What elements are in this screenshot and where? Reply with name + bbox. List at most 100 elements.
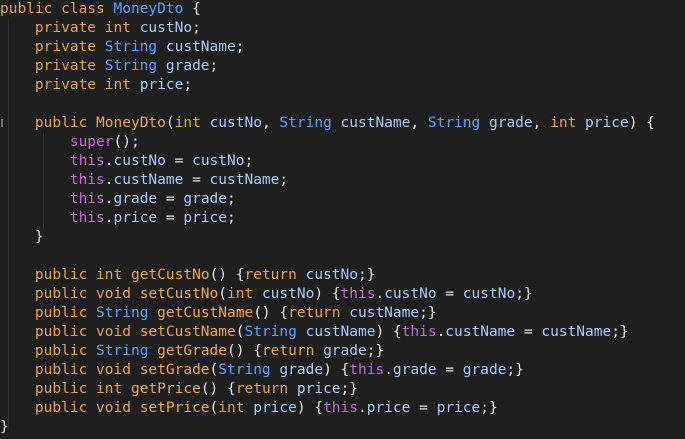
identifier-token: custNo	[209, 115, 262, 131]
code-line[interactable]: this.custName = custName;	[0, 171, 685, 190]
method-name-token: setPrice	[139, 400, 210, 416]
punctuation-token: ;	[192, 20, 201, 36]
keyword-token: public	[34, 324, 88, 340]
method-name-token: setCustNo	[139, 286, 219, 302]
type-token: String	[104, 39, 158, 55]
identifier-token: custName	[113, 172, 184, 188]
punctuation-token: ,	[261, 115, 280, 131]
code-line[interactable]: this.price = price;	[0, 209, 685, 228]
keyword-token: void	[96, 362, 131, 378]
code-line[interactable]: private int custNo;	[0, 19, 685, 38]
code-line[interactable]: public int getPrice() {return price;}	[0, 380, 685, 399]
punctuation-token: (	[165, 115, 175, 131]
code-editor[interactable]: public class MoneyDto { private int cust…	[0, 0, 685, 439]
code-line[interactable]	[0, 247, 685, 266]
punctuation-token: () {	[200, 381, 236, 397]
keyword-token: void	[96, 324, 131, 340]
special-keyword-token: this	[349, 362, 385, 378]
code-area[interactable]: public class MoneyDto { private int cust…	[0, 0, 685, 437]
punctuation-token: =	[157, 210, 184, 226]
punctuation-token: ;	[183, 77, 193, 93]
code-line[interactable]: super();	[0, 133, 685, 152]
keyword-token: void	[96, 400, 131, 416]
code-line[interactable]: public MoneyDto(int custNo, String custN…	[0, 114, 685, 133]
code-line[interactable]: public String getGrade() {return grade;}	[0, 342, 685, 361]
identifier-token: custName	[541, 324, 612, 340]
identifier-token: custNo	[384, 286, 437, 302]
punctuation-token: ) {	[628, 115, 655, 131]
keyword-token: int	[550, 115, 577, 131]
identifier-token: grade	[323, 343, 367, 359]
code-line[interactable]: public String getCustName() {return cust…	[0, 304, 685, 323]
identifier-token: grade	[279, 362, 324, 378]
identifier-token: custNo	[139, 20, 193, 36]
code-line[interactable]: public void setCustName(String custName)…	[0, 323, 685, 342]
keyword-token: return	[261, 343, 315, 359]
keyword-token: class	[61, 1, 105, 17]
identifier-token: grade	[113, 191, 158, 207]
fold-marker[interactable]	[1, 119, 3, 127]
code-line[interactable]: private String grade;	[0, 57, 685, 76]
code-line[interactable]: public class MoneyDto {	[0, 0, 685, 19]
punctuation-token: =	[165, 153, 193, 169]
keyword-token: public	[34, 381, 88, 397]
identifier-token: price	[183, 210, 228, 226]
identifier-token: custNo	[462, 286, 516, 302]
punctuation-token: ,	[410, 115, 428, 131]
code-line[interactable]: this.custNo = custNo;	[0, 152, 685, 171]
code-line[interactable]	[0, 95, 685, 114]
code-line[interactable]: public int getCustNo() {return custNo;}	[0, 266, 685, 285]
identifier-token: price	[436, 400, 481, 416]
type-token: String	[427, 115, 481, 131]
keyword-token: int	[218, 400, 245, 416]
code-line[interactable]: }	[0, 418, 685, 437]
code-line[interactable]: public void setGrade(String grade) {this…	[0, 361, 685, 380]
punctuation-token: ;	[279, 172, 289, 188]
identifier-token: custName	[305, 324, 376, 340]
code-line[interactable]: this.grade = grade;	[0, 190, 685, 209]
code-line[interactable]: public void setPrice(int price) {this.pr…	[0, 399, 685, 418]
punctuation-token: =	[183, 172, 210, 188]
keyword-token: int	[104, 77, 131, 93]
punctuation-token: =	[410, 400, 437, 416]
code-line[interactable]: }	[0, 228, 685, 247]
type-token: String	[244, 324, 297, 340]
code-line[interactable]: private int price;	[0, 76, 685, 95]
identifier-token: price	[585, 115, 629, 131]
punctuation-token: .	[358, 400, 367, 416]
special-keyword-token: this	[69, 210, 105, 226]
code-line[interactable]: public void setCustNo(int custNo) {this.…	[0, 285, 685, 304]
keyword-token: return	[235, 381, 289, 397]
identifier-token: custName	[165, 39, 236, 55]
punctuation-token: ) {	[296, 400, 324, 416]
punctuation-token: (	[209, 362, 219, 378]
punctuation-token: ) {	[375, 324, 402, 340]
punctuation-token: .	[436, 324, 446, 340]
punctuation-token: {	[183, 1, 201, 17]
method-name-token: getCustName	[157, 305, 254, 321]
keyword-token: int	[227, 286, 254, 302]
code-line[interactable]: private String custName;	[0, 38, 685, 57]
method-name-token: MoneyDto	[96, 115, 166, 131]
